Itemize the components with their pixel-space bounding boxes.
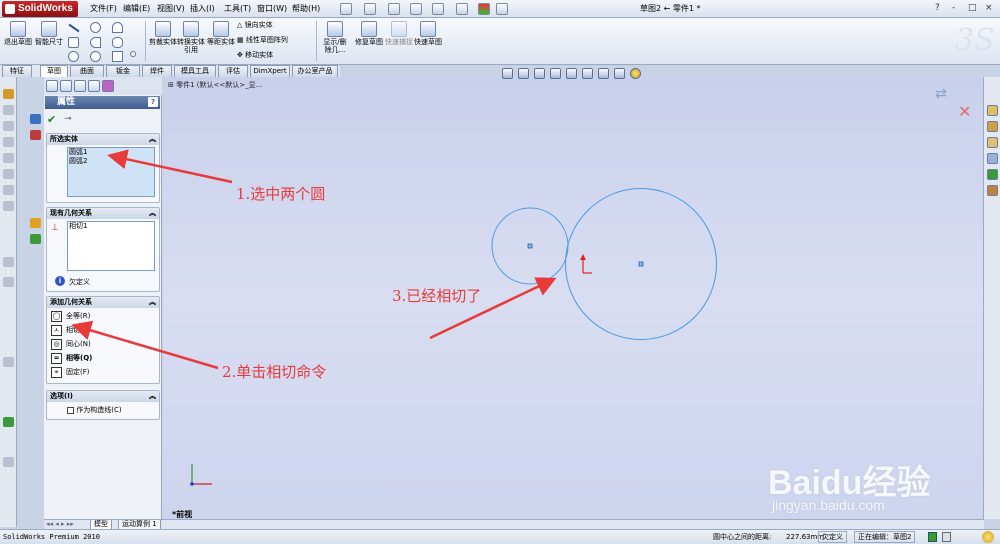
editing-status: 正在编辑：草图2	[854, 531, 916, 543]
resources-icon[interactable]	[987, 105, 998, 116]
task-pane	[983, 77, 1000, 519]
annotation-step-2: 2.单击相切命令	[222, 363, 327, 381]
app-version: SolidWorks Premium 2010	[3, 533, 100, 541]
view-palette-icon[interactable]	[987, 153, 998, 164]
rebuild-status-icon[interactable]	[928, 532, 937, 542]
tooltip-icon[interactable]	[982, 531, 994, 543]
file-explorer-icon[interactable]	[987, 137, 998, 148]
units-icon[interactable]	[942, 532, 951, 542]
annotation-step-1: 1.选中两个圆	[236, 185, 326, 203]
appearances-icon[interactable]	[987, 169, 998, 180]
design-library-icon[interactable]	[987, 121, 998, 132]
tab-scroll-icon[interactable]: ◂◂ ◂ ▸ ▸▸	[46, 520, 74, 528]
annotation-step-3: 3.已经相切了	[392, 287, 482, 305]
annotation-arrow-2	[71, 320, 219, 370]
annotation-arrow-1	[107, 149, 233, 184]
measure-label: 圆中心之间的距离:	[713, 533, 772, 541]
bottom-tab-row: ◂◂ ◂ ▸ ▸▸ 模型 运动算例 1	[44, 519, 984, 530]
circle-center-point[interactable]	[638, 261, 644, 267]
origin-arrow-icon	[580, 254, 586, 260]
circle-center-point[interactable]	[527, 243, 533, 249]
custom-properties-icon[interactable]	[987, 185, 998, 196]
baidu-watermark-url: jingyan.baidu.com	[772, 497, 885, 513]
triad-z-axis	[190, 482, 194, 486]
status-bar: SolidWorks Premium 2010 圆中心之间的距离: 227.63…	[0, 529, 1000, 544]
sketch-status: 欠定义	[818, 531, 847, 543]
